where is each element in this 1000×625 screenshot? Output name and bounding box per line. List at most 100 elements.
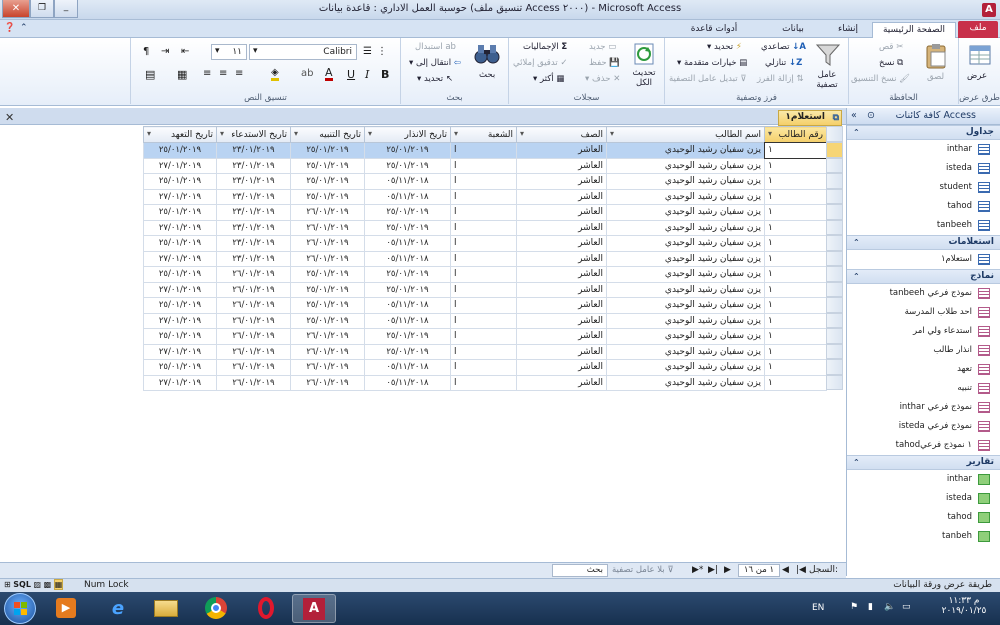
table-cell[interactable]: ٢٣/٠١/٢٠١٩	[216, 204, 291, 221]
table-cell[interactable]: ٢٧/٠١/٢٠١٩	[143, 281, 217, 298]
nav-section-header[interactable]: ⌃ تقارير	[847, 455, 1000, 470]
table-cell[interactable]: ٢٧/٠١/٢٠١٩	[143, 374, 217, 391]
tab-external-data[interactable]: بيانات خارجية	[762, 22, 824, 49]
select-all-selector[interactable]	[826, 126, 843, 142]
table-cell[interactable]: ٢٧/٠١/٢٠١٩	[143, 312, 217, 329]
table-cell[interactable]: ٢٣/٠١/٢٠١٩	[216, 188, 291, 205]
delete-record-button[interactable]: ▾ حذف ✕	[585, 74, 620, 84]
table-cell[interactable]: ٢٥/٠١/٢٠١٩	[290, 297, 365, 314]
record-selector[interactable]	[826, 374, 843, 390]
opera-taskbar-button[interactable]	[244, 594, 288, 623]
table-row[interactable]: ٢٥/٠١/٢٠١٩ ٢٣/٠١/٢٠١٩ ٢٥/٠١/٢٠١٩ ٢٥/٠١/٢٠١٩…	[143, 141, 828, 159]
table-cell[interactable]: ٢٥/٠١/٢٠١٩	[290, 281, 365, 298]
table-cell[interactable]: ٠٥/١١/٢٠١٨	[364, 374, 451, 391]
table-cell[interactable]: العاشر	[516, 173, 607, 190]
nav-item[interactable]: inthar	[847, 140, 1000, 159]
column-dropdown-icon[interactable]: ▾	[220, 129, 224, 138]
close-document-icon[interactable]: ✕	[5, 111, 14, 124]
table-cell[interactable]: ٢٥/٠١/٢٠١٩	[364, 266, 451, 283]
column-header[interactable]: ▾ تاريخ الاستدعاء	[216, 126, 291, 143]
align-right-icon[interactable]: ≡	[235, 68, 243, 79]
table-cell[interactable]: ١	[764, 235, 827, 252]
table-row[interactable]: ٢٥/٠١/٢٠١٩ ٢٦/٠١/٢٠١٩ ٢٦/٠١/٢٠١٩ ٠٥/١١/٢٠١٨…	[143, 359, 827, 376]
table-cell[interactable]: ٢٦/٠١/٢٠١٩	[216, 374, 291, 391]
column-dropdown-icon[interactable]: ▾	[768, 129, 772, 138]
table-cell[interactable]: ١	[764, 328, 827, 345]
table-cell[interactable]: ١	[764, 204, 827, 221]
copy-button[interactable]: نسخ ⧉	[879, 58, 903, 68]
gridlines-icon[interactable]: ▦	[177, 68, 187, 81]
access-app-icon[interactable]: A	[982, 3, 996, 17]
table-cell[interactable]: العاشر	[516, 157, 607, 174]
table-cell[interactable]: يزن سفيان رشيد الوحيدي	[606, 173, 765, 190]
view-icon[interactable]	[967, 44, 993, 68]
record-selector[interactable]	[826, 312, 843, 328]
table-row[interactable]: ٢٧/٠١/٢٠١٩ ٢٦/٠١/٢٠١٩ ٢٦/٠١/٢٠١٩ ٠٥/١١/٢٠١٨…	[143, 374, 827, 391]
table-cell[interactable]: العاشر	[516, 312, 607, 329]
table-cell[interactable]: ا	[450, 359, 517, 376]
media-player-taskbar-button[interactable]: ▶	[44, 594, 88, 623]
table-cell[interactable]: يزن سفيان رشيد الوحيدي	[606, 219, 765, 236]
restore-window-button[interactable]: ❐	[30, 0, 54, 18]
table-cell[interactable]: ٢٣/٠١/٢٠١٩	[216, 219, 291, 236]
table-cell[interactable]: ٢٧/٠١/٢٠١٩	[143, 188, 217, 205]
table-row[interactable]: ٢٥/٠١/٢٠١٩ ٢٣/٠١/٢٠١٩ ٢٦/٠١/٢٠١٩ ٠٥/١١/٢٠١٨…	[143, 235, 827, 252]
table-cell[interactable]: ٢٧/٠١/٢٠١٩	[143, 250, 217, 267]
column-header[interactable]: ▾ رقم الطالب	[764, 126, 827, 143]
nav-section-header[interactable]: ⌃ نماذج	[847, 269, 1000, 284]
column-dropdown-icon[interactable]: ▾	[368, 129, 372, 138]
nav-item[interactable]: استعلام١	[847, 250, 1000, 269]
table-cell[interactable]: ٢٥/٠١/٢٠١٩	[290, 173, 365, 190]
table-cell[interactable]: ٢٦/٠١/٢٠١٩	[290, 235, 365, 252]
column-header[interactable]: ▾ تاريخ التعهد	[143, 126, 217, 143]
record-selector[interactable]	[826, 173, 843, 189]
table-cell[interactable]: ا	[450, 328, 517, 345]
indent-icon[interactable]: ⇤	[181, 46, 189, 57]
table-cell[interactable]: يزن سفيان رشيد الوحيدي	[606, 250, 765, 267]
table-cell[interactable]: ٢٦/٠١/٢٠١٩	[216, 297, 291, 314]
table-cell[interactable]: العاشر	[516, 204, 607, 221]
table-cell[interactable]: ٢٣/٠١/٢٠١٩	[216, 142, 291, 159]
table-cell[interactable]: ٢٣/٠١/٢٠١٩	[216, 235, 291, 252]
record-selector[interactable]	[826, 328, 843, 344]
table-cell[interactable]: ١	[764, 374, 827, 391]
nav-item[interactable]: inthar نموذج فرعي	[847, 398, 1000, 417]
table-row[interactable]: ٢٧/٠١/٢٠١٩ ٢٦/٠١/٢٠١٩ ٢٥/٠١/٢٠١٩ ٢٥/٠١/٢٠١٩…	[143, 281, 827, 298]
column-dropdown-icon[interactable]: ▾	[610, 129, 614, 138]
table-cell[interactable]: ١	[764, 173, 827, 190]
table-cell[interactable]: ٢٧/٠١/٢٠١٩	[143, 343, 217, 360]
table-cell[interactable]: ٢٥/٠١/٢٠١٩	[143, 173, 217, 190]
nav-item[interactable]: isteda نموذج فرعي	[847, 417, 1000, 436]
table-row[interactable]: ٢٥/٠١/٢٠١٩ ٢٣/٠١/٢٠١٩ ٢٦/٠١/٢٠١٩ ٢٥/٠١/٢٠١٩…	[143, 204, 827, 221]
access-taskbar-button[interactable]: A	[292, 594, 336, 623]
table-cell[interactable]: ٢٦/٠١/٢٠١٩	[216, 281, 291, 298]
table-cell[interactable]: العاشر	[516, 374, 607, 391]
tab-file[interactable]: ملف	[958, 21, 998, 38]
more-button[interactable]: ▾ أكثر ▦	[533, 74, 564, 84]
column-dropdown-icon[interactable]: ▾	[294, 129, 298, 138]
table-cell[interactable]: ا	[450, 173, 517, 190]
refresh-all-icon[interactable]	[631, 42, 657, 66]
replace-button[interactable]: استبدال ab	[415, 42, 456, 52]
cut-button[interactable]: قص ✂	[879, 42, 903, 52]
numbered-list-icon[interactable]: ☰	[363, 46, 372, 57]
refresh-all-button[interactable]: تحديث الكل	[627, 68, 661, 88]
toggle-filter-button[interactable]: تبديل عامل التصفية ⊽	[669, 74, 747, 84]
table-cell[interactable]: يزن سفيان رشيد الوحيدي	[606, 359, 765, 376]
nav-item[interactable]: tanbeeh نموذج فرعي	[847, 284, 1000, 303]
record-position-field[interactable]: ١ من ١٦	[738, 564, 780, 577]
table-cell[interactable]: ٢٥/٠١/٢٠١٩	[143, 328, 217, 345]
table-cell[interactable]: ٢٥/٠١/٢٠١٩	[143, 142, 217, 159]
table-cell[interactable]: ٠٥/١١/٢٠١٨	[364, 297, 451, 314]
advanced-button[interactable]: ▾ خيارات متقدمة ▤	[677, 58, 747, 68]
datasheet-view-icon[interactable]: ▦	[53, 579, 64, 590]
table-cell[interactable]: ٢٥/٠١/٢٠١٩	[143, 297, 217, 314]
internet-explorer-taskbar-button[interactable]: e	[96, 594, 140, 623]
italic-icon[interactable]: I	[365, 68, 369, 81]
table-cell[interactable]: ا	[450, 281, 517, 298]
table-row[interactable]: ٢٧/٠١/٢٠١٩ ٢٣/٠١/٢٠١٩ ٢٥/٠١/٢٠١٩ ٠٥/١١/٢٠١٨…	[143, 188, 827, 205]
column-header[interactable]: ▾ تاريخ التنبيه	[290, 126, 365, 143]
table-cell[interactable]: ا	[450, 266, 517, 283]
table-cell[interactable]: ٢٥/٠١/٢٠١٩	[290, 188, 365, 205]
table-cell[interactable]: ٢٥/٠١/٢٠١٩	[143, 266, 217, 283]
